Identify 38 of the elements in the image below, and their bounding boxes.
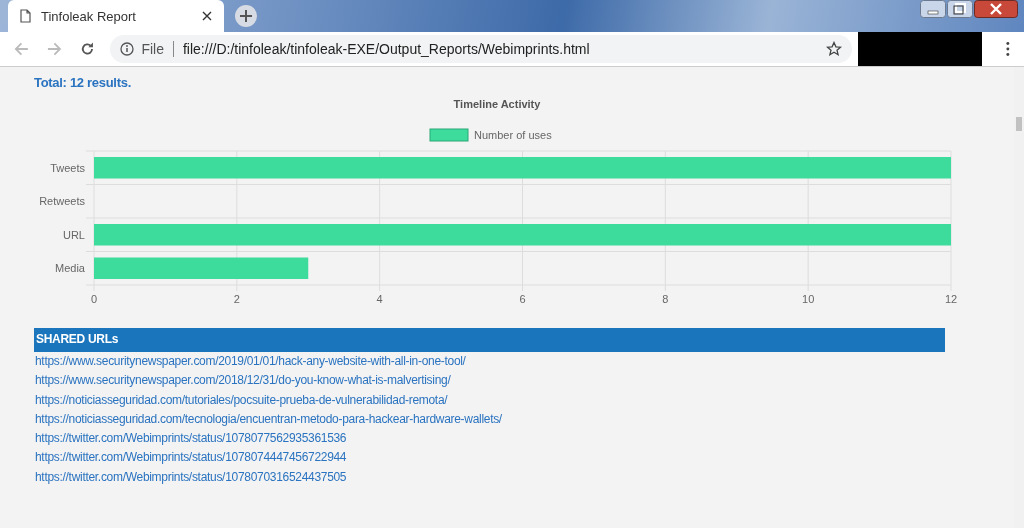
minimize-icon[interactable] <box>920 0 946 18</box>
url-link[interactable]: https://www.securitynewspaper.com/2018/12/31/do-you-know-what-is-malvertising/ <box>34 371 451 391</box>
maximize-icon[interactable] <box>947 0 973 18</box>
new-tab-button[interactable] <box>234 4 258 28</box>
axis-tick-label: 6 <box>519 293 526 305</box>
url-link[interactable]: https://twitter.com/Webimprints/status/1078070316524437505 <box>34 467 347 488</box>
axis-tick-label: 8 <box>662 293 669 305</box>
url-link[interactable]: https://noticiasseguridad.com/tutoriales/pocsuite-prueba-de-vulnerabilidad-remota/ <box>34 390 448 410</box>
chart-title: Timeline Activity <box>453 98 541 110</box>
axis-tick-label: 10 <box>802 293 815 305</box>
url-link[interactable]: https://twitter.com/Webimprints/status/1078077562935361536 <box>34 429 347 449</box>
axis-tick-label: 4 <box>376 293 383 305</box>
total-results: Total: 12 results. <box>34 75 132 90</box>
close-icon[interactable] <box>202 11 212 21</box>
legend-label: Number of uses <box>474 129 552 141</box>
browser-tab[interactable]: Tinfoleak Report <box>8 0 224 32</box>
axis-tick-label: 12 <box>944 293 958 305</box>
address-text: file:///D:/tinfoleak/tinfoleak-EXE/Output_Reports/Webimprints.html <box>182 41 591 57</box>
category-label: Retweets <box>39 195 85 208</box>
star-icon[interactable] <box>826 41 843 57</box>
close-icon[interactable] <box>974 0 1018 18</box>
scheme-label: File <box>141 41 164 57</box>
axis-tick-label: 2 <box>233 293 240 305</box>
category-label: URL <box>63 228 85 241</box>
section-header: SHARED URLs <box>34 328 945 352</box>
category-label: Tweets <box>50 161 85 174</box>
tab-title: Tinfoleak Report <box>41 8 137 24</box>
url-link[interactable]: https://twitter.com/Webimprints/status/1078074447456722944 <box>34 448 347 468</box>
axis-tick-label: 0 <box>90 293 98 305</box>
document-icon <box>20 9 31 23</box>
menu-icon[interactable] <box>1006 41 1010 57</box>
url-link[interactable]: https://www.securitynewspaper.com/2019/01/01/hack-any-website-with-all-in-one-tool/ <box>34 352 466 372</box>
url-link[interactable]: https://noticiasseguridad.com/tecnologia/encuentran-metodo-para-hackear-hardware-wallets/ <box>34 409 502 430</box>
info-icon <box>120 42 135 56</box>
category-label: Media <box>55 262 85 275</box>
scroll-thumb[interactable] <box>1016 117 1022 131</box>
address-bar[interactable]: File file:///D:/tinfoleak/tinfoleak-EXE/Output_Reports/Webimprints.html <box>110 35 853 63</box>
reload-icon[interactable] <box>79 41 95 57</box>
